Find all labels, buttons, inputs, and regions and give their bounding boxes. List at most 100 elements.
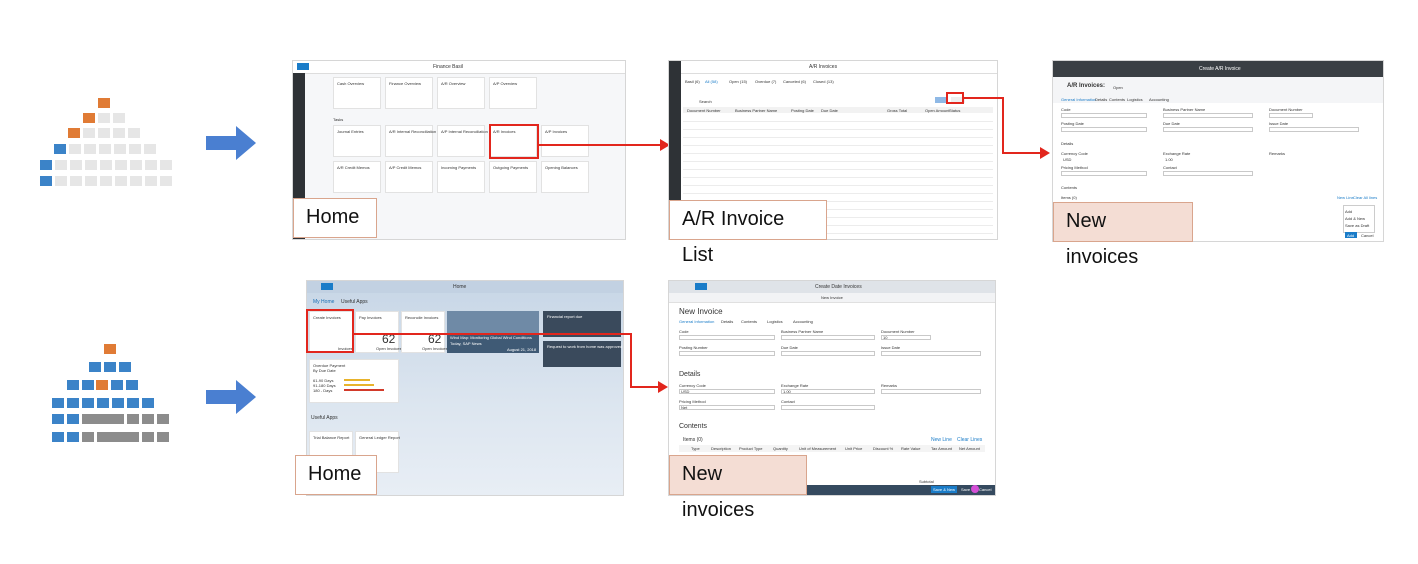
posting-date-field[interactable] <box>1061 127 1147 132</box>
tile-overdue-payment[interactable]: Overdue Payment By Due Date 61-90 Days 9… <box>309 359 399 403</box>
currency-field[interactable]: USD <box>1063 157 1071 162</box>
shot1-title: Finance Basil <box>433 64 464 70</box>
filter-overdue[interactable]: Overdue (7) <box>755 79 776 84</box>
tasks-section: Tasks <box>333 117 344 122</box>
arrowhead-icon <box>658 381 668 393</box>
code-field[interactable] <box>1061 113 1147 118</box>
connector-2-vertical <box>1002 97 1004 153</box>
shot2-title: A/R Invoices <box>809 64 838 70</box>
tile-incoming-payments[interactable]: Incoming Payments <box>437 161 485 193</box>
tab-logistics[interactable]: Logistics <box>767 319 783 324</box>
tile-ar-credit-memos[interactable]: A/R Credit Memos <box>333 161 381 193</box>
tab-contents[interactable]: Contents <box>1109 97 1125 102</box>
caption-row1-home: Home <box>293 198 377 238</box>
filter-open[interactable]: Open (15) <box>729 79 747 84</box>
tile-journal-entries[interactable]: Journal Entries <box>333 125 381 157</box>
connector-3-vertical <box>630 333 632 387</box>
tab-logistics[interactable]: Logistics <box>1127 97 1143 102</box>
tile-ap-overview[interactable]: A/P Overview <box>489 77 537 109</box>
highlight-ar-invoices <box>489 124 539 159</box>
tile-pay-invoices[interactable]: Pay Invoices 62 Open Invoices <box>355 311 402 353</box>
posting-number-field[interactable] <box>679 351 775 356</box>
connector-3-horizontal-b <box>630 386 660 388</box>
tile-finance-overview[interactable]: Finance Overview <box>385 77 433 109</box>
notification-2[interactable]: Request to work from home was approved <box>543 341 622 367</box>
clear-lines-button[interactable]: Clear All lines <box>1353 195 1377 200</box>
tab-accounting[interactable]: Accounting <box>1149 97 1169 102</box>
caption-row1-new: New invoices <box>1053 202 1193 268</box>
highlight-new-button <box>946 92 964 104</box>
new-line-button[interactable]: New Line <box>1337 195 1354 200</box>
tile-ap-credit-memos[interactable]: A/P Credit Memos <box>385 161 433 193</box>
due-date-field[interactable] <box>781 351 875 356</box>
issue-date-field[interactable] <box>1269 127 1359 132</box>
bp-name-field[interactable] <box>1163 113 1253 118</box>
tab-useful-apps[interactable]: Useful Apps <box>341 299 368 305</box>
tab-contents[interactable]: Contents <box>741 319 757 324</box>
tile-outgoing-payments[interactable]: Outgoing Payments <box>489 161 537 193</box>
pyramid-bottom <box>52 344 170 442</box>
tile-reconcile-invoices[interactable]: Reconcile Invoices 62 Open Invoices <box>401 311 448 353</box>
menu-save-draft[interactable]: Save as Draft <box>1345 223 1369 228</box>
tile-ar-internal-reconciliation[interactable]: A/R Internal Reconciliation <box>385 125 436 157</box>
sap-logo <box>695 283 707 290</box>
issue-date-field[interactable] <box>881 351 981 356</box>
tile-cash-overview[interactable]: Cash Overview <box>333 77 381 109</box>
filter-canceled[interactable]: Canceled (6) <box>783 79 806 84</box>
tab-general[interactable]: General Information <box>679 319 714 324</box>
rate-field[interactable] <box>781 389 875 394</box>
caption-row2-new: New invoices <box>669 455 807 521</box>
sap-logo <box>321 283 333 290</box>
tile-ar-overview[interactable]: A/R Overview <box>437 77 485 109</box>
shot5-appbar: Create Date Invoices <box>815 284 862 290</box>
menu-add-new[interactable]: Add & New <box>1345 216 1365 221</box>
filter-closed[interactable]: Closed (13) <box>813 79 834 84</box>
arrowhead-icon <box>1040 147 1050 159</box>
tab-details[interactable]: Details <box>1095 97 1107 102</box>
pyramid-top <box>40 96 180 188</box>
doc-number-field[interactable] <box>1269 113 1313 118</box>
sap-logo <box>297 63 309 70</box>
code-field[interactable] <box>679 335 775 340</box>
bp-name-field[interactable] <box>781 335 875 340</box>
new-line-button[interactable]: New Line <box>931 437 952 443</box>
contact-field[interactable] <box>781 405 875 410</box>
tile-ap-internal-reconciliation[interactable]: A/P Internal Reconciliation <box>437 125 488 157</box>
contact-field[interactable] <box>1163 171 1253 176</box>
cursor-highlight <box>971 485 979 493</box>
useful-apps-label: Useful Apps <box>311 415 338 421</box>
search-input[interactable]: Search <box>699 99 712 104</box>
save-button[interactable]: Save <box>961 487 970 492</box>
tab-details[interactable]: Details <box>721 319 733 324</box>
caption-row1-list: A/R Invoice List <box>669 200 827 266</box>
cancel-button[interactable]: Cancel <box>1361 233 1373 238</box>
connector-2-horizontal-b <box>1002 152 1042 154</box>
highlight-create-invoices <box>306 309 354 353</box>
clear-lines-button[interactable]: Clear Lines <box>957 437 982 443</box>
connector-3-horizontal <box>354 333 632 335</box>
remarks-field[interactable] <box>881 389 981 394</box>
arrow-right-icon <box>206 380 256 414</box>
filter-all[interactable]: All (58) <box>705 79 718 84</box>
connector-1 <box>539 144 663 146</box>
tile-ap-invoices[interactable]: A/P Invoices <box>541 125 589 157</box>
menu-add[interactable]: Add <box>1345 209 1352 214</box>
new-invoice-heading: New Invoice <box>679 307 723 316</box>
arrow-right-icon <box>206 126 256 160</box>
filter-basil[interactable]: Basil (6) <box>685 79 700 84</box>
currency-field[interactable] <box>679 389 775 394</box>
doc-number-field[interactable] <box>881 335 931 340</box>
pricing-field[interactable] <box>679 405 775 410</box>
shot3-title: Create A/R Invoice <box>1199 66 1241 72</box>
tab-accounting[interactable]: Accounting <box>793 319 813 324</box>
due-date-field[interactable] <box>1163 127 1253 132</box>
shot3-heading: A/R Invoices: <box>1067 83 1106 89</box>
rate-field[interactable]: 1.00 <box>1165 157 1173 162</box>
tab-my-home[interactable]: My Home <box>313 299 334 305</box>
connector-2-horizontal <box>964 97 1004 99</box>
news-tile[interactable]: Wind Map: Monitoring Global Wind Conditi… <box>447 311 539 353</box>
tile-opening-balances[interactable]: Opening Balances <box>541 161 589 193</box>
cancel-button[interactable]: Cancel <box>979 487 991 492</box>
pricing-field[interactable] <box>1061 171 1147 176</box>
tab-general[interactable]: General Information <box>1061 97 1096 102</box>
